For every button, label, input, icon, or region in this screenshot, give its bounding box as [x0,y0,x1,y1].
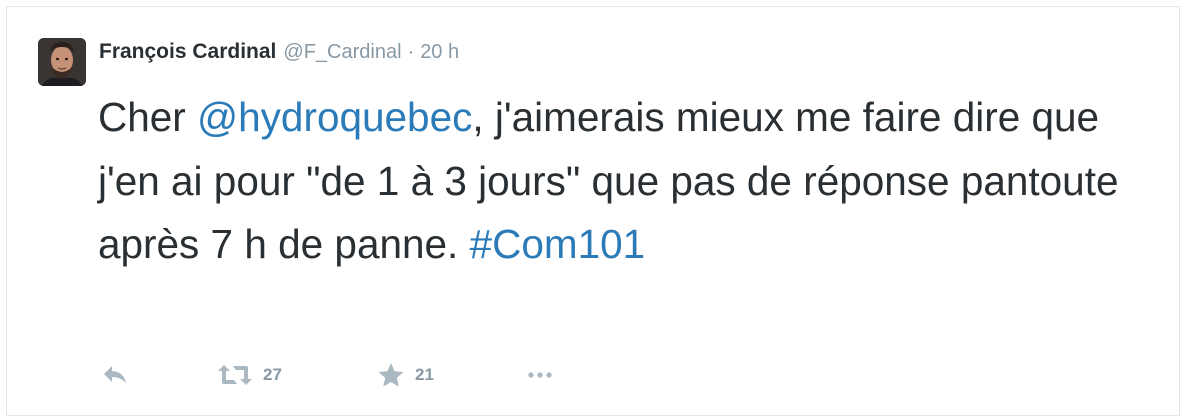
star-icon [378,363,404,387]
avatar[interactable] [38,38,86,86]
avatar-image [38,38,86,86]
reply-icon [104,366,126,383]
hashtag-link[interactable]: #Com101 [470,221,646,267]
retweet-button[interactable]: 27 [217,363,377,387]
tweet-header: François Cardinal @F_Cardinal · 20 h [99,40,459,68]
retweet-count: 27 [263,365,282,384]
more-icon [528,372,552,378]
header-separator: · [407,41,415,63]
tweet-card: François Cardinal @F_Cardinal · 20 h Che… [6,6,1180,416]
retweet-icon [218,365,252,385]
mention-link[interactable]: @hydroquebec [197,94,472,140]
reply-button[interactable] [102,364,217,386]
favorite-count: 21 [415,365,434,384]
tweet-actions: 27 21 [102,357,552,393]
tweet-timestamp[interactable]: 20 h [420,41,459,64]
tweet-text: Cher @hydroquebec, j'aimerais mieux me f… [98,86,1168,277]
more-button[interactable] [528,370,552,380]
author-screen-name[interactable]: @F_Cardinal [283,41,401,64]
tweet-text-part: Cher [98,94,198,140]
favorite-button[interactable]: 21 [377,362,528,388]
author-name[interactable]: François Cardinal [99,40,276,64]
